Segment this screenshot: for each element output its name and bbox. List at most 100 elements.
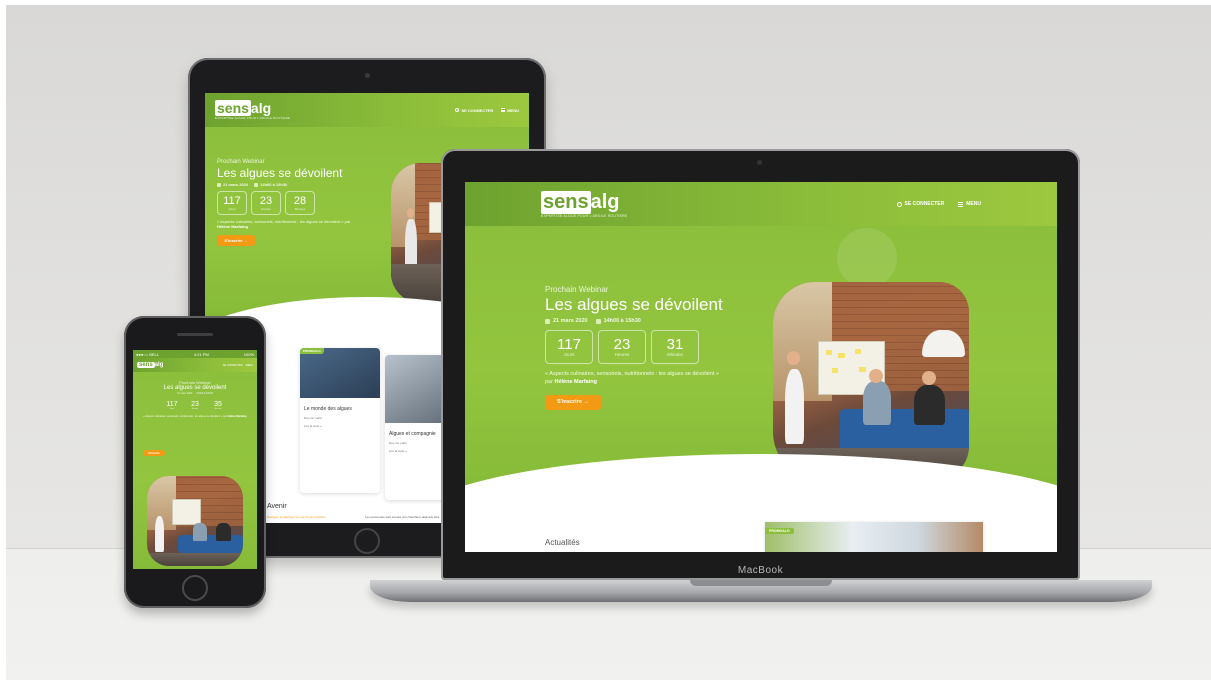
register-button[interactable]: S'inscrire	[143, 450, 165, 456]
hero-section: Prochain Webinar Les algues se dévoilent…	[133, 372, 257, 569]
laptop-device: sens alg EXPERTISE ALGUE POUR L'ARGILE RO…	[441, 149, 1080, 580]
user-icon	[896, 201, 902, 207]
tablet-home-button[interactable]	[354, 528, 380, 554]
sofa	[839, 408, 969, 453]
meeting-photo	[773, 282, 969, 480]
hero-title: Les algues se dévoilent	[545, 295, 723, 314]
hero-description: « Aspects culinaires, sensoriels, nutrit…	[143, 415, 247, 418]
login-link[interactable]: SE CONNECTER	[896, 201, 944, 207]
card-title: Algues et compagnie	[389, 431, 436, 437]
hero-kicker: Prochain Webinar	[545, 285, 609, 294]
hero-meta: 21 mars 2020 14h00 à 15h30	[545, 318, 755, 324]
clock-icon	[595, 318, 601, 324]
countdown-minutes: 28 Minutes	[285, 191, 315, 215]
hero-section: Prochain Webinar Les algues se dévoilent…	[465, 226, 1057, 524]
logo-alg: alg	[590, 190, 620, 213]
hero-title: Les algues se dévoilent	[217, 166, 343, 180]
presenter	[784, 369, 805, 445]
countdown-minutes: 35 Minutes	[214, 400, 222, 410]
site-nav: SE CONNECTER MENU	[223, 364, 253, 367]
site-header: sens alg EXPERTISE ALGUE POUR L'ARGILE RO…	[205, 93, 529, 127]
countdown: 117 Jours 23 Heures 28 Minutes	[217, 191, 357, 215]
register-button[interactable]: S'inscrire →	[545, 394, 601, 410]
hero-description: « Aspects culinaires, sensoriels, nutrit…	[217, 219, 351, 229]
meeting-photo	[147, 476, 243, 566]
countdown-days: 117 Jours	[166, 400, 178, 410]
hero-kicker: Prochain Webinar	[217, 159, 265, 165]
section-title: Actualités	[545, 538, 580, 547]
countdown-hours: 23 Heures	[598, 330, 646, 364]
tablet-camera	[365, 73, 370, 78]
card-image	[300, 348, 380, 398]
phone-speaker	[177, 333, 213, 336]
clock-label: 4:21 PM	[193, 351, 209, 357]
site-header: sens alg EXPERTISE ALGUE POUR L'ARGILE RO…	[465, 182, 1057, 226]
clock-icon	[254, 182, 259, 187]
phone-screen: ●●●○○ BELL 4:21 PM 100% sens alg SE CONNE…	[133, 350, 257, 569]
site-logo[interactable]: sens alg EXPERTISE ALGUE POUR L'ARGILE RO…	[215, 100, 290, 120]
logo-tagline: EXPERTISE ALGUE POUR L'ARGILE ROUTIERE	[215, 116, 291, 120]
card-badge: PROMOALG	[300, 348, 324, 354]
calendar-icon	[545, 318, 550, 324]
card-image	[765, 522, 983, 552]
logo-alg: alg	[250, 100, 272, 116]
laptop-notch	[690, 580, 832, 586]
site-nav: SE CONNECTER MENU	[455, 108, 519, 113]
menu-button[interactable]: MENU	[958, 201, 981, 207]
frame-edge	[0, 0, 6, 680]
battery-label: 100%	[243, 351, 254, 357]
news-card[interactable]: PROMOALG Le monde des algues Des ver par…	[300, 348, 380, 493]
menu-icon	[958, 201, 964, 207]
logo-tagline: EXPERTISE ALGUE POUR L'ARGILE ROUTIERE	[541, 213, 628, 218]
countdown-hours: 23 Heures	[191, 400, 199, 410]
countdown: 117 Jours 23 Heures 35 Minutes	[133, 398, 257, 412]
laptop-base	[370, 580, 1152, 602]
card-link[interactable]: Lire la suite »	[389, 449, 407, 453]
menu-button[interactable]: MENU	[501, 108, 519, 113]
login-link[interactable]: SE CONNECTER	[223, 364, 243, 367]
status-bar: ●●●○○ BELL 4:21 PM 100%	[133, 350, 257, 358]
card-badge: PROMOALG	[765, 528, 794, 534]
logo-sens: sens	[541, 190, 591, 214]
carrier-label: ●●●○○ BELL	[136, 351, 159, 357]
card-text: Des ver partir	[389, 441, 408, 445]
hero-title: Les algues se dévoilent	[163, 385, 227, 391]
card-text: Des ver partir	[304, 416, 323, 420]
laptop-screen: sens alg EXPERTISE ALGUE POUR L'ARGILE RO…	[465, 182, 1057, 552]
laptop-brand-label: MacBook	[737, 565, 784, 576]
hero-meta: 21 mars 2020 14h00 à 15h30	[217, 182, 357, 187]
register-button[interactable]: S'inscrire →	[217, 235, 255, 246]
logo-sens: sens	[215, 100, 251, 116]
user-icon	[455, 108, 460, 112]
hero-text: Prochain Webinar Les algues se dévoilent…	[545, 285, 755, 410]
logo-sens: sens	[137, 362, 155, 368]
laptop-camera	[757, 160, 762, 165]
site-logo[interactable]: sens alg	[137, 362, 163, 368]
section-title: Avenir	[267, 503, 287, 510]
logo-alg: alg	[154, 362, 164, 368]
hero-description: « Aspects culinaires, sensoriels, nutrit…	[545, 371, 719, 386]
mockup-scene: sens alg EXPERTISE ALGUE POUR L'ARGILE RO…	[0, 0, 1211, 680]
phone-home-button[interactable]	[182, 575, 208, 601]
login-link[interactable]: SE CONNECTER	[455, 108, 493, 113]
phone-device: ●●●○○ BELL 4:21 PM 100% sens alg SE CONNE…	[124, 316, 266, 608]
menu-icon	[501, 108, 506, 112]
site-logo[interactable]: sens alg EXPERTISE ALGUE POUR L'ARGILE RO…	[541, 190, 628, 218]
hero-text: Prochain Webinar Les algues se dévoilent…	[133, 380, 257, 418]
section-highlight: Naviguer et déployer en vue d'une transi…	[267, 515, 326, 519]
news-card[interactable]: PROMOALG	[765, 522, 983, 552]
frame-edge	[0, 0, 1211, 5]
menu-button[interactable]: MENU	[246, 364, 253, 367]
card-link[interactable]: Lire la suite »	[304, 424, 322, 428]
countdown-hours: 23 Heures	[251, 191, 281, 215]
hero-meta: 21 mars 2020 14h00 à 15h30	[177, 392, 213, 395]
site-header: sens alg SE CONNECTER MENU	[133, 358, 257, 372]
countdown: 117 Jours 23 Heures 31 Minutes	[545, 330, 755, 364]
countdown-minutes: 31 Minutes	[651, 330, 699, 364]
card-title: Le monde des algues	[304, 406, 352, 412]
calendar-icon	[217, 182, 221, 187]
decorative-blob	[837, 228, 897, 288]
countdown-days: 117 Jours	[545, 330, 593, 364]
site-nav: SE CONNECTER MENU	[896, 201, 981, 207]
countdown-days: 117 Jours	[217, 191, 247, 215]
